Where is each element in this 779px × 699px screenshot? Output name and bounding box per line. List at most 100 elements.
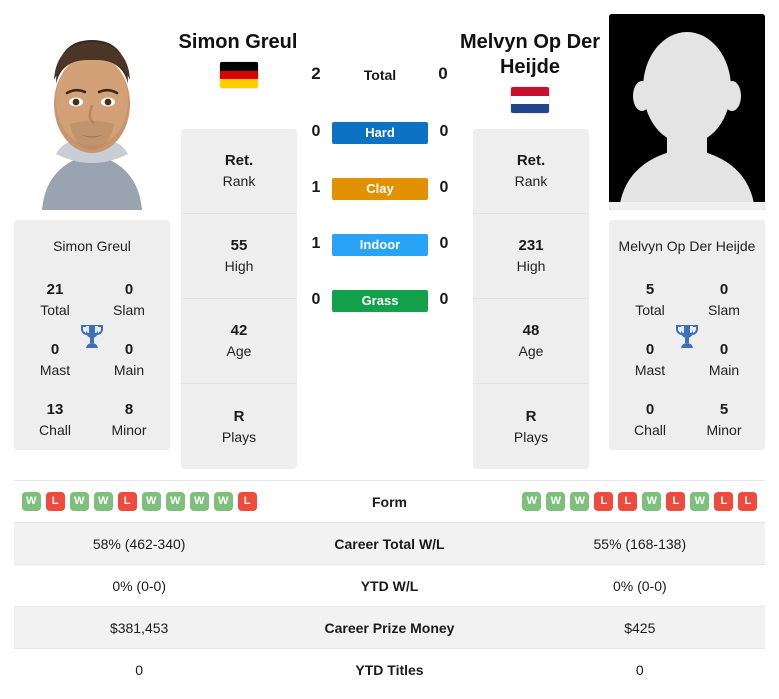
surface-left-score: 0 [311,123,321,140]
value-left: 0 [135,661,144,678]
titles-slam-cell: 0 Slam [689,280,759,320]
value-right: 0 [635,661,644,678]
form-badge-loss: L [666,492,686,511]
high-label: High [516,258,546,274]
value-right: 55% (168-138) [593,535,687,552]
value-right: 0% (0-0) [612,577,667,594]
plays-label: Plays [513,428,549,445]
titles-mast-label: Mast [634,362,666,378]
titles-chall-label: Chall [39,422,71,438]
value-left: $381,453 [109,619,169,636]
titles-total-cell: 5 Total [615,280,685,320]
titles-slam-label: Slam [113,302,145,318]
form-badge-win: W [189,492,209,511]
form-badge-loss: L [618,492,638,511]
h2h-total-right: 0 [438,64,448,83]
rank-label: Rank [514,173,548,189]
titles-chall-cell: 0 Chall [615,400,685,440]
surface-badge-hard[interactable]: Hard [332,122,428,144]
titles-total-label: Total [40,302,70,318]
rank-value: Ret. [224,152,254,169]
germany-flag [220,62,258,88]
h2h-surface-row-hard: 0 Hard 0 [300,122,460,144]
surface-badge-clay[interactable]: Clay [332,178,428,200]
form-badge-loss: L [738,492,758,511]
stats-comparison-table: WLWWLWWWWL Form WWWLLWLWLL 58% (462-340)… [14,480,765,690]
titles-main-label: Main [113,362,145,378]
table-row-career-prize-money: $381,453 Career Prize Money $425 [14,607,765,649]
age-cell: 48 Age [473,299,589,384]
high-value: 231 [518,237,544,254]
high-value: 55 [230,237,248,254]
h2h-surface-row-grass: 0 Grass 0 [300,290,460,312]
titles-slam-label: Slam [708,302,740,318]
form-badge-win: W [690,492,710,511]
titles-grid: 5 Total 0 Slam 0 Mast 0 Main 0 Chall 5 M… [609,260,765,450]
titles-chall-value: 13 [46,401,64,418]
h2h-total-left: 2 [311,64,321,83]
titles-grid: 21 Total 0 Slam 0 Mast 0 Main 13 Chall 8… [14,260,170,450]
player-photo-right[interactable] [609,14,765,210]
player-name-right: Melvyn Op Der Heijde [459,31,601,78]
table-row-ytd-titles: 0 YTD Titles 0 [14,649,765,690]
surface-right-score: 0 [439,291,449,308]
age-value: 42 [230,322,248,339]
row-label: YTD W/L [360,577,419,594]
form-badge-win: W [165,492,185,511]
plays-cell: R Plays [181,384,297,469]
plays-label: Plays [221,428,257,445]
form-badge-win: W [213,492,233,511]
rank-cell: Ret. Rank [181,129,297,214]
titles-minor-label: Minor [706,422,742,438]
rank-panel-left: Ret. Rank 55 High 42 Age R Plays [181,129,297,469]
surface-left-score: 1 [311,235,321,252]
form-badge-win: W [642,492,662,511]
value-left: 58% (462-340) [92,535,186,552]
plays-value: R [233,407,245,425]
value-right: $425 [624,619,656,636]
surface-right-score: 0 [439,235,449,252]
player-placeholder-silhouette [609,14,765,210]
form-badge-win: W [546,492,566,511]
h2h-total-label: Total [363,67,397,83]
titles-total-value: 5 [645,281,655,298]
titles-chall-cell: 13 Chall [20,400,90,440]
surface-badge-grass[interactable]: Grass [332,290,428,312]
age-label: Age [226,343,252,359]
value-left: 0% (0-0) [112,577,166,594]
form-badge-win: W [141,492,161,511]
titles-minor-value: 8 [124,401,134,418]
surface-badge-indoor[interactable]: Indoor [332,234,428,256]
titles-panel-right: Melvyn Op Der Heijde 5 Total 0 Slam 0 Ma… [609,220,765,450]
titles-panel-player-name: Melvyn Op Der Heijde [618,238,756,254]
high-label: High [224,258,254,274]
titles-total-cell: 21 Total [20,280,90,320]
form-badge-win: W [522,492,542,511]
titles-minor-cell: 5 Minor [689,400,759,440]
high-cell: 231 High [473,214,589,299]
form-badge-win: W [570,492,590,511]
surface-left-score: 0 [311,291,321,308]
h2h-surface-row-clay: 1 Clay 0 [300,178,460,200]
age-label: Age [518,343,544,359]
plays-value: R [525,407,537,425]
player-photo-left[interactable] [14,14,170,210]
titles-slam-cell: 0 Slam [94,280,164,320]
titles-mast-label: Mast [39,362,71,378]
age-value: 48 [522,322,540,339]
rank-panel-right: Ret. Rank 231 High 48 Age R Plays [473,129,589,469]
titles-minor-label: Minor [111,422,147,438]
table-row-form: WLWWLWWWWL Form WWWLLWLWLL [14,481,765,523]
form-badge-loss: L [117,492,137,511]
h2h-total-row: 2 Total 0 [300,64,460,88]
titles-main-label: Main [708,362,740,378]
row-label: YTD Titles [355,661,424,678]
table-row-ytd-wl: 0% (0-0) YTD W/L 0% (0-0) [14,565,765,607]
surface-left-score: 1 [311,179,321,196]
form-badge-win: W [69,492,89,511]
titles-slam-value: 0 [124,281,134,298]
titles-total-value: 21 [46,281,64,298]
h2h-comparison-page: Simon Greul Melvyn Op Der Heijde 2 Total… [0,0,779,699]
rank-cell: Ret. Rank [473,129,589,214]
titles-panel-left: Simon Greul 21 Total 0 Slam 0 Mast 0 Mai… [14,220,170,450]
